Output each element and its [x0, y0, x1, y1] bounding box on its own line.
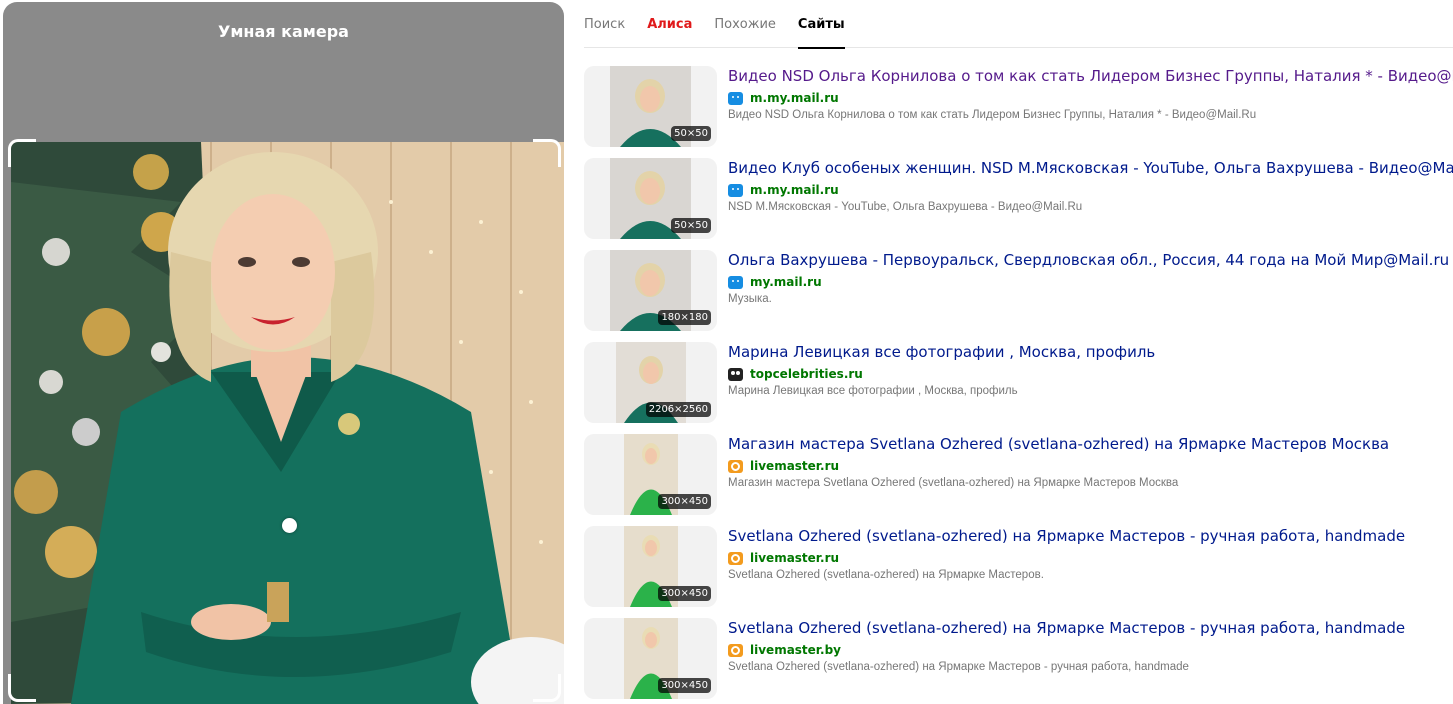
query-photo[interactable] — [11, 142, 564, 704]
mail-icon — [728, 275, 743, 289]
result-title-link[interactable]: Svetlana Ozhered (svetlana-ozhered) на Я… — [728, 527, 1405, 545]
result-title-link[interactable]: Магазин мастера Svetlana Ozhered (svetla… — [728, 435, 1389, 453]
result-thumbnail[interactable]: 50×50 — [584, 158, 717, 239]
result-title-link[interactable]: Видео NSD Ольга Корнилова о том как стат… — [728, 67, 1453, 85]
result-snippet: Видео NSD Ольга Корнилова о том как стат… — [728, 109, 1257, 121]
result-snippet: Svetlana Ozhered (svetlana-ozhered) на Я… — [728, 661, 1189, 673]
list-item: 300×450 Svetlana Ozhered (svetlana-ozher… — [584, 526, 1453, 618]
mail-icon — [728, 183, 743, 197]
result-site-link[interactable]: topcelebrities.ru — [750, 367, 863, 381]
result-title-link[interactable]: Марина Левицкая все фотографии , Москва,… — [728, 343, 1155, 361]
result-title-link[interactable]: Svetlana Ozhered (svetlana-ozhered) на Я… — [728, 619, 1405, 637]
topcelebrities-icon — [728, 367, 743, 381]
list-item: 300×450 Магазин мастера Svetlana Ozhered… — [584, 434, 1453, 526]
image-size-badge: 50×50 — [671, 218, 711, 233]
tab-similar[interactable]: Похожие — [714, 0, 776, 48]
crop-corner-bottom-right[interactable] — [533, 674, 561, 702]
livemaster-icon — [728, 551, 743, 565]
list-item: 50×50 Видео NSD Ольга Корнилова о том ка… — [584, 66, 1453, 158]
result-thumbnail[interactable]: 180×180 — [584, 250, 717, 331]
tab-sites[interactable]: Сайты — [797, 0, 845, 49]
result-thumbnail[interactable]: 300×450 — [584, 526, 717, 607]
result-thumbnail[interactable]: 50×50 — [584, 66, 717, 147]
crop-corner-top-left[interactable] — [8, 139, 36, 167]
object-focus-point[interactable] — [282, 518, 297, 533]
result-thumbnail[interactable]: 300×450 — [584, 434, 717, 515]
result-site-link[interactable]: m.my.mail.ru — [750, 91, 839, 105]
result-site-link[interactable]: my.mail.ru — [750, 275, 822, 289]
result-snippet: NSD М.Мясковская - YouTube, Ольга Вахруш… — [728, 201, 1083, 213]
image-size-badge: 300×450 — [658, 678, 711, 693]
tab-alisa[interactable]: Алиса — [647, 0, 692, 48]
result-title-link[interactable]: Ольга Вахрушева - Первоуральск, Свердлов… — [728, 251, 1449, 269]
sites-results-list: 50×50 Видео NSD Ольга Корнилова о том ка… — [584, 66, 1453, 704]
result-site-link[interactable]: livemaster.by — [750, 643, 841, 657]
list-item: 50×50 Видео Клуб особеных женщин. NSD М.… — [584, 158, 1453, 250]
result-site-link[interactable]: livemaster.ru — [750, 551, 839, 565]
panel-title: Умная камера — [218, 22, 349, 41]
results-tabs: Поиск Алиса Похожие Сайты — [584, 0, 1453, 49]
image-size-badge: 180×180 — [658, 310, 711, 325]
mail-icon — [728, 91, 743, 105]
result-snippet: Svetlana Ozhered (svetlana-ozhered) на Я… — [728, 569, 1044, 581]
result-snippet: Марина Левицкая все фотографии , Москва,… — [728, 385, 1018, 397]
image-size-badge: 50×50 — [671, 126, 711, 141]
image-size-badge: 2206×2560 — [645, 402, 711, 417]
result-thumbnail[interactable]: 2206×2560 — [584, 342, 717, 423]
result-snippet: Музыка. — [728, 293, 772, 305]
result-title-link[interactable]: Видео Клуб особеных женщин. NSD М.Мясков… — [728, 159, 1453, 177]
result-site-link[interactable]: livemaster.ru — [750, 459, 839, 473]
livemaster-icon — [728, 643, 743, 657]
smart-camera-panel: Умная камера — [3, 2, 564, 704]
list-item: 2206×2560 Марина Левицкая все фотографии… — [584, 342, 1453, 434]
image-size-badge: 300×450 — [658, 494, 711, 509]
list-item: 180×180 Ольга Вахрушева - Первоуральск, … — [584, 250, 1453, 342]
crop-corner-bottom-left[interactable] — [8, 674, 36, 702]
livemaster-icon — [728, 459, 743, 473]
list-item: 300×450 Svetlana Ozhered (svetlana-ozher… — [584, 618, 1453, 704]
tab-search[interactable]: Поиск — [584, 0, 625, 48]
crop-corner-top-right[interactable] — [533, 139, 561, 167]
result-thumbnail[interactable]: 300×450 — [584, 618, 717, 699]
image-size-badge: 300×450 — [658, 586, 711, 601]
result-site-link[interactable]: m.my.mail.ru — [750, 183, 839, 197]
result-snippet: Магазин мастера Svetlana Ozhered (svetla… — [728, 477, 1179, 489]
